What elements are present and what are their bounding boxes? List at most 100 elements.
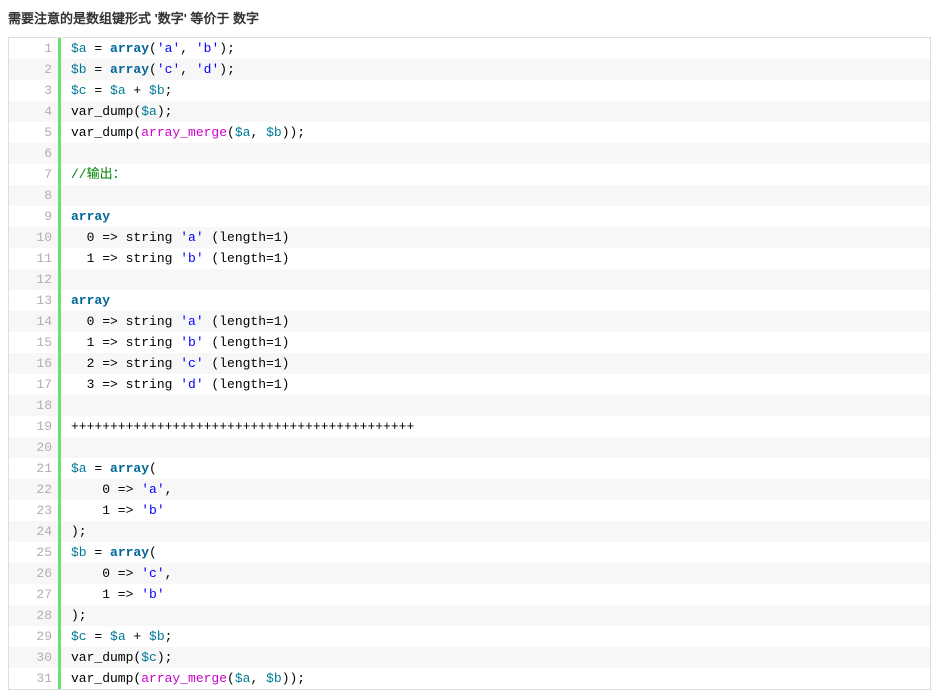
- token: $a: [71, 461, 87, 476]
- token: 1 =>: [71, 503, 141, 518]
- line-number: 21: [9, 458, 61, 479]
- line-number: 12: [9, 269, 61, 290]
- code-line: 8: [9, 185, 930, 206]
- line-number: 10: [9, 227, 61, 248]
- token: 'a': [180, 314, 203, 329]
- token: $b: [149, 83, 165, 98]
- token: (: [149, 461, 157, 476]
- token: 'c': [141, 566, 164, 581]
- line-number: 20: [9, 437, 61, 458]
- token: $a: [235, 125, 251, 140]
- token: 'b': [180, 251, 203, 266]
- page-heading: 需要注意的是数组键形式 '数字' 等价于 数字: [0, 8, 939, 37]
- code-line: 10 0 => string 'a' (length=1): [9, 227, 930, 248]
- line-number: 7: [9, 164, 61, 185]
- token: var_dump(: [71, 104, 141, 119]
- code-content: $a = array('a', 'b');: [61, 38, 235, 59]
- code-line: 6: [9, 143, 930, 164]
- token: ,: [165, 566, 173, 581]
- token: ,: [250, 125, 266, 140]
- token: (length=1): [204, 335, 290, 350]
- token: 'a': [157, 41, 180, 56]
- line-number: 27: [9, 584, 61, 605]
- token: );: [157, 104, 173, 119]
- line-number: 5: [9, 122, 61, 143]
- token: $c: [71, 629, 87, 644]
- token: =: [87, 545, 110, 560]
- token: $b: [71, 62, 87, 77]
- code-content: var_dump(array_merge($a, $b));: [61, 668, 305, 689]
- token: (length=1): [204, 251, 290, 266]
- code-line: 13array: [9, 290, 930, 311]
- token: (length=1): [204, 230, 290, 245]
- line-number: 8: [9, 185, 61, 206]
- token: 3 => string: [71, 377, 180, 392]
- token: 0 =>: [71, 482, 141, 497]
- token: 0 =>: [71, 566, 141, 581]
- code-content: $b = array('c', 'd');: [61, 59, 235, 80]
- code-line: 9array: [9, 206, 930, 227]
- code-line: 18: [9, 395, 930, 416]
- token: array: [110, 545, 149, 560]
- line-number: 18: [9, 395, 61, 416]
- code-content: [61, 437, 71, 458]
- code-content: [61, 269, 71, 290]
- code-content: var_dump($a);: [61, 101, 172, 122]
- token: =: [87, 629, 110, 644]
- token: 'c': [180, 356, 203, 371]
- token: 1 =>: [71, 587, 141, 602]
- code-line: 11 1 => string 'b' (length=1): [9, 248, 930, 269]
- line-number: 17: [9, 374, 61, 395]
- code-line: 22 0 => 'a',: [9, 479, 930, 500]
- token: var_dump(: [71, 671, 141, 686]
- token: array: [110, 41, 149, 56]
- code-line: 30var_dump($c);: [9, 647, 930, 668]
- line-number: 29: [9, 626, 61, 647]
- token: );: [219, 41, 235, 56]
- token: ,: [165, 482, 173, 497]
- line-number: 3: [9, 80, 61, 101]
- line-number: 19: [9, 416, 61, 437]
- token: $b: [71, 545, 87, 560]
- code-line: 31var_dump(array_merge($a, $b));: [9, 668, 930, 689]
- code-block: 1$a = array('a', 'b');2$b = array('c', '…: [8, 37, 931, 690]
- token: );: [219, 62, 235, 77]
- token: $c: [71, 83, 87, 98]
- code-content: 3 => string 'd' (length=1): [61, 374, 289, 395]
- code-line: 2$b = array('c', 'd');: [9, 59, 930, 80]
- code-line: 20: [9, 437, 930, 458]
- line-number: 23: [9, 500, 61, 521]
- line-number: 13: [9, 290, 61, 311]
- token: );: [71, 524, 87, 539]
- token: array: [110, 461, 149, 476]
- token: (: [149, 41, 157, 56]
- code-content: 0 => 'a',: [61, 479, 172, 500]
- code-line: 28);: [9, 605, 930, 626]
- code-content: [61, 143, 71, 164]
- code-content: [61, 395, 71, 416]
- line-number: 28: [9, 605, 61, 626]
- code-content: );: [61, 605, 87, 626]
- token: $b: [149, 629, 165, 644]
- token: 0 => string: [71, 230, 180, 245]
- code-line: 27 1 => 'b': [9, 584, 930, 605]
- line-number: 4: [9, 101, 61, 122]
- code-line: 17 3 => string 'd' (length=1): [9, 374, 930, 395]
- token: $a: [110, 629, 126, 644]
- token: $a: [71, 41, 87, 56]
- code-line: 19 ++++++++++++++++++++++++++++++++++++++…: [9, 416, 930, 437]
- code-line: 14 0 => string 'a' (length=1): [9, 311, 930, 332]
- code-line: 29$c = $a + $b;: [9, 626, 930, 647]
- token: ++++++++++++++++++++++++++++++++++++++++…: [71, 419, 414, 434]
- token: (: [149, 62, 157, 77]
- token: array_merge: [141, 671, 227, 686]
- line-number: 9: [9, 206, 61, 227]
- line-number: 1: [9, 38, 61, 59]
- token: $a: [141, 104, 157, 119]
- line-number: 14: [9, 311, 61, 332]
- code-line: 24);: [9, 521, 930, 542]
- code-content: 1 => 'b': [61, 500, 165, 521]
- token: (: [149, 545, 157, 560]
- line-number: 25: [9, 542, 61, 563]
- token: 2 => string: [71, 356, 180, 371]
